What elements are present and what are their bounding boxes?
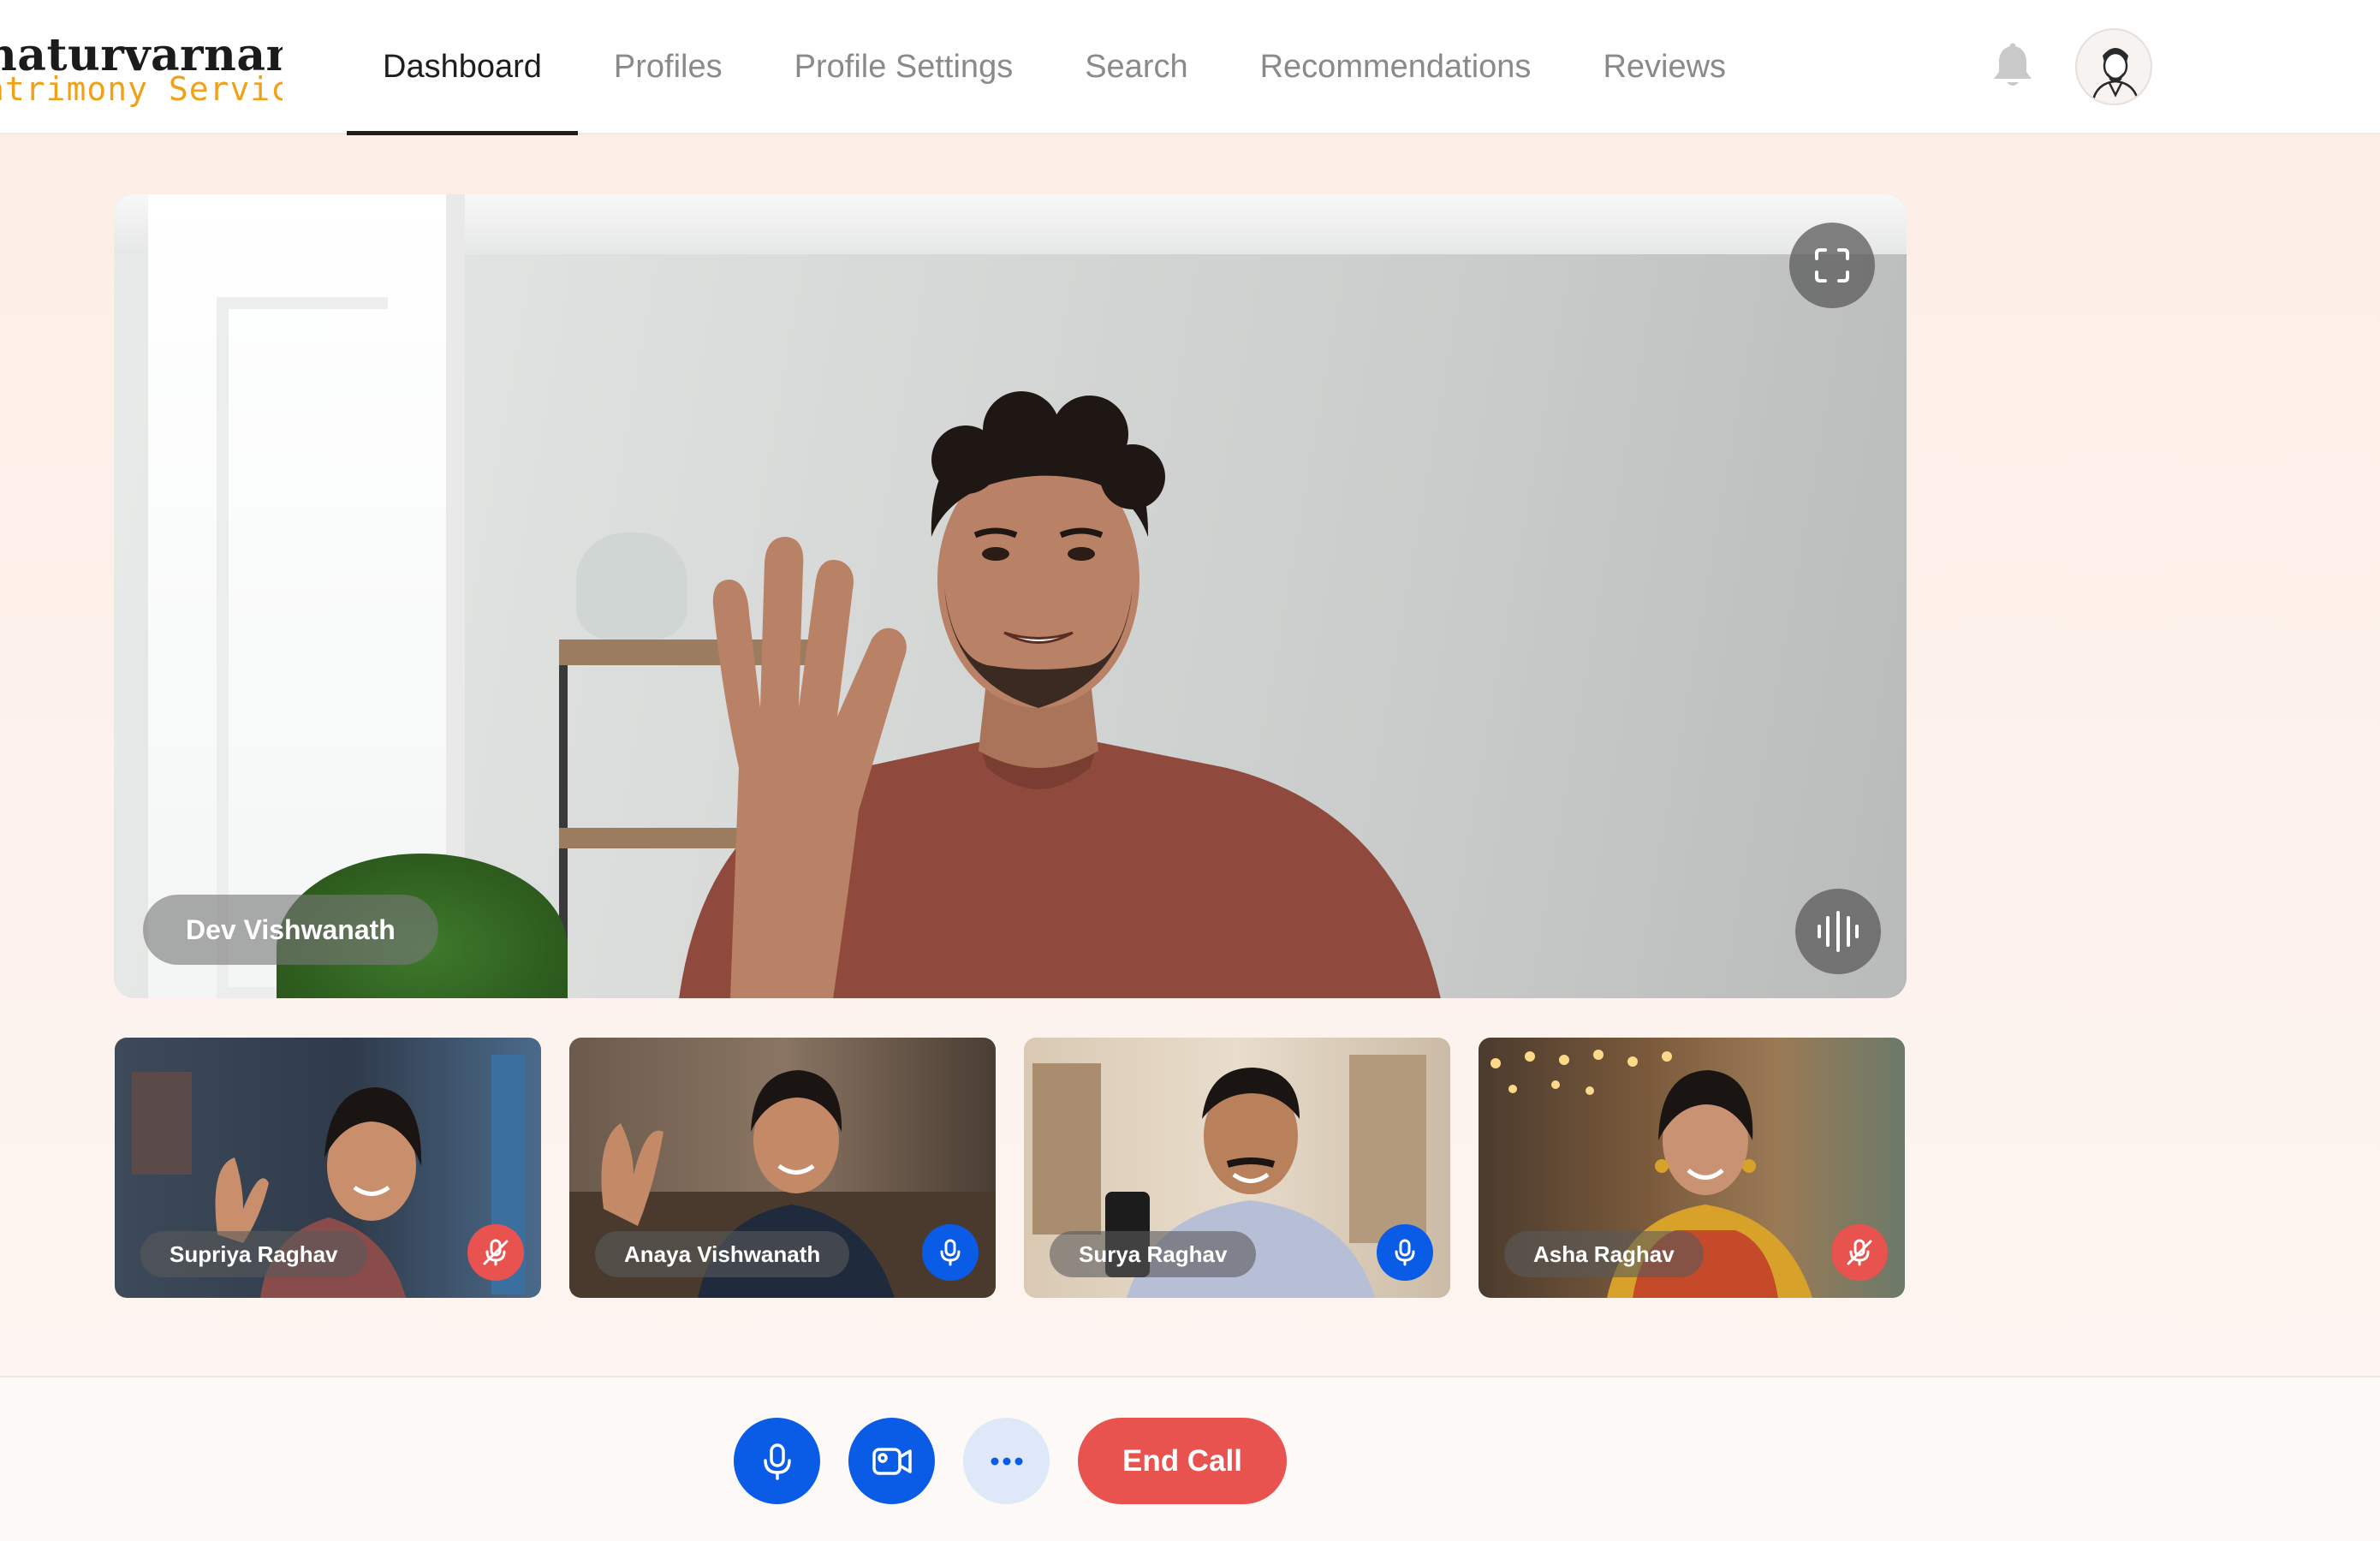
nav-item-dashboard[interactable]: Dashboard [347,0,578,135]
participant-name: Supriya Raghav [140,1231,367,1277]
more-options-icon[interactable] [963,1418,1050,1504]
top-header: haturvarnam atrimony Services Dashboard … [0,0,2380,135]
muted-mic-icon[interactable] [1831,1224,1888,1281]
nav-item-recommendations[interactable]: Recommendations [1224,0,1568,134]
main-nav: Dashboard Profiles Profile Settings Sear… [347,0,1762,135]
nav-item-profile-settings[interactable]: Profile Settings [759,0,1050,134]
participant-tile[interactable]: Supriya Raghav [115,1038,541,1298]
participant-name: Surya Raghav [1050,1231,1257,1277]
main-participant-name: Dev Vishwanath [143,895,438,965]
microphone-icon[interactable] [1377,1224,1433,1281]
participant-tile[interactable]: Surya Raghav [1024,1038,1450,1298]
audio-waveform-icon[interactable] [1795,889,1881,974]
participant-tile[interactable]: Anaya Vishwanath [569,1038,996,1298]
call-controls-bar: End Call [0,1376,2380,1541]
nav-item-profiles[interactable]: Profiles [578,0,759,134]
nav-item-reviews[interactable]: Reviews [1567,0,1762,134]
fullscreen-icon[interactable] [1789,223,1875,308]
video-camera-icon[interactable] [848,1418,935,1504]
end-call-button[interactable]: End Call [1078,1418,1287,1504]
user-avatar[interactable] [2075,28,2152,105]
brand-name-line2: atrimony Services [0,70,283,108]
nav-item-search[interactable]: Search [1049,0,1223,134]
bell-icon[interactable] [1990,43,2035,91]
microphone-icon[interactable] [922,1224,979,1281]
participant-name: Anaya Vishwanath [595,1231,850,1277]
muted-mic-icon[interactable] [467,1224,524,1281]
participant-tile[interactable]: Asha Raghav [1479,1038,1905,1298]
participant-video-figure [679,391,1441,998]
brand-logo[interactable]: haturvarnam atrimony Services [0,26,283,111]
participant-name: Asha Raghav [1504,1231,1704,1277]
microphone-icon[interactable] [734,1418,820,1504]
main-video-feed[interactable]: Dev Vishwanath [114,194,1907,998]
